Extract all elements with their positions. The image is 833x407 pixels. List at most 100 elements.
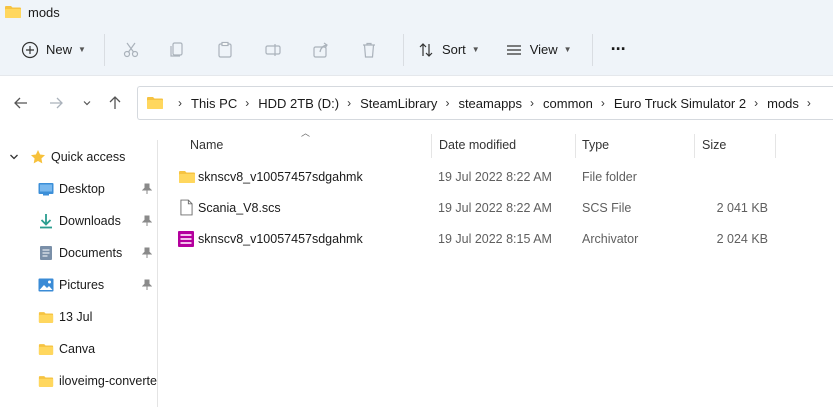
command-bar: New ▼ Sort ▼ View ▼ ···: [0, 24, 833, 76]
back-button[interactable]: [13, 95, 29, 111]
column-header-row: Name Date modified Type Size: [158, 130, 833, 160]
breadcrumb-steamlibrary[interactable]: SteamLibrary: [360, 96, 437, 111]
chevron-down-icon: ▼: [471, 45, 480, 54]
view-button[interactable]: View ▼: [498, 34, 578, 66]
sidebar-item-desktop[interactable]: Desktop: [0, 176, 158, 202]
sidebar-item-label: iloveimg-converte: [59, 374, 157, 388]
address-bar[interactable]: › This PC › HDD 2TB (D:) › SteamLibrary …: [137, 86, 833, 120]
file-row[interactable]: sknscv8_v10057457sdgahmk 19 Jul 2022 8:2…: [168, 162, 833, 192]
share-button[interactable]: [305, 34, 337, 66]
chevron-down-icon: ▼: [78, 45, 86, 54]
title-bar: mods: [0, 0, 833, 24]
archive-icon: [178, 231, 194, 247]
breadcrumb-ets2[interactable]: Euro Truck Simulator 2: [614, 96, 746, 111]
file-date: 19 Jul 2022 8:22 AM: [438, 201, 552, 215]
chevron-right-icon: ›: [806, 96, 811, 110]
sidebar-item-documents[interactable]: Documents: [0, 240, 158, 266]
document-icon: [180, 199, 193, 216]
trash-icon: [359, 40, 379, 60]
file-row[interactable]: sknscv8_v10057457sdgahmk 19 Jul 2022 8:1…: [168, 224, 833, 254]
chevron-right-icon: ›: [754, 96, 759, 110]
sort-icon: [416, 40, 436, 60]
breadcrumb-drive[interactable]: HDD 2TB (D:): [258, 96, 339, 111]
view-label: View: [529, 42, 558, 57]
sidebar-item-label: 13 Jul: [59, 310, 93, 324]
breadcrumb-steamapps[interactable]: steamapps: [458, 96, 522, 111]
sidebar-item-canva[interactable]: Canva: [0, 336, 158, 362]
copy-icon: [167, 40, 187, 60]
sidebar-item-label: Pictures: [59, 278, 105, 292]
file-type: Archivator: [582, 232, 639, 246]
folder-icon: [38, 311, 54, 323]
column-header-size[interactable]: Size: [702, 138, 726, 152]
folder-icon: [5, 6, 21, 18]
file-type: SCS File: [582, 201, 632, 215]
plus-circle-icon: [20, 40, 40, 60]
toolbar-divider: [591, 33, 593, 66]
download-icon: [40, 214, 52, 229]
delete-button[interactable]: [353, 34, 385, 66]
toolbar-divider: [402, 33, 404, 66]
paste-icon: [215, 40, 235, 60]
arrow-right-icon: [50, 97, 63, 109]
breadcrumb-common[interactable]: common: [543, 96, 593, 111]
column-header-date[interactable]: Date modified: [439, 138, 516, 152]
breadcrumb-mods[interactable]: mods: [767, 96, 799, 111]
chevron-right-icon: ›: [530, 96, 535, 110]
desktop-icon: [38, 183, 54, 196]
column-divider[interactable]: [694, 134, 695, 158]
pin-icon[interactable]: [142, 183, 152, 195]
chevron-right-icon: ›: [347, 96, 352, 110]
column-header-name[interactable]: Name: [190, 138, 223, 152]
breadcrumb-this-pc[interactable]: This PC: [191, 96, 237, 111]
sidebar-item-downloads[interactable]: Downloads: [0, 208, 158, 234]
file-name: sknscv8_v10057457sdgahmk: [198, 232, 363, 246]
window-title: mods: [28, 4, 60, 20]
arrow-left-icon: [14, 97, 27, 109]
sidebar-item-13-jul[interactable]: 13 Jul: [0, 304, 158, 330]
sidebar-item-pictures[interactable]: Pictures: [0, 272, 158, 298]
more-icon: ···: [610, 39, 627, 59]
sidebar-item-quick-access[interactable]: Quick access: [0, 144, 158, 170]
scissors-icon: [121, 40, 141, 60]
new-button[interactable]: New ▼: [14, 34, 92, 66]
folder-icon: [38, 343, 54, 355]
chevron-right-icon: ›: [445, 96, 450, 110]
chevron-down-icon: [83, 101, 91, 106]
pin-icon[interactable]: [142, 279, 152, 291]
column-divider[interactable]: [431, 134, 432, 158]
view-list-icon: [504, 40, 524, 60]
chevron-down-icon: ▼: [563, 45, 572, 54]
sort-button[interactable]: Sort ▼: [410, 34, 486, 66]
paste-button[interactable]: [209, 34, 241, 66]
forward-button[interactable]: [48, 95, 64, 111]
pictures-icon: [38, 278, 54, 292]
up-button[interactable]: [107, 95, 123, 111]
column-divider[interactable]: [775, 134, 776, 158]
pin-icon[interactable]: [142, 215, 152, 227]
file-row[interactable]: Scania_V8.scs 19 Jul 2022 8:22 AM SCS Fi…: [168, 193, 833, 223]
column-header-type[interactable]: Type: [582, 138, 609, 152]
share-icon: [311, 40, 331, 60]
column-divider[interactable]: [575, 134, 576, 158]
pin-icon[interactable]: [142, 247, 152, 259]
more-options-button[interactable]: ···: [605, 34, 632, 66]
star-icon: [31, 150, 45, 164]
sidebar-item-label: Canva: [59, 342, 96, 356]
recent-locations-button[interactable]: [79, 95, 95, 111]
sidebar-item-iloveimg[interactable]: iloveimg-converte: [0, 368, 158, 394]
chevron-right-icon: ›: [600, 96, 605, 110]
new-label: New: [46, 42, 73, 57]
file-type: File folder: [582, 170, 637, 184]
file-name: sknscv8_v10057457sdgahmk: [198, 170, 363, 184]
toolbar-divider: [103, 33, 105, 66]
documents-icon: [40, 246, 52, 260]
sidebar-item-label: Documents: [59, 246, 123, 260]
sidebar-item-label: Downloads: [59, 214, 121, 228]
copy-button[interactable]: [161, 34, 193, 66]
rename-button[interactable]: [257, 34, 289, 66]
cut-button[interactable]: [115, 34, 147, 66]
chevron-right-icon: ›: [245, 96, 250, 110]
folder-icon: [38, 375, 54, 387]
file-size: 2 041 KB: [716, 201, 768, 215]
